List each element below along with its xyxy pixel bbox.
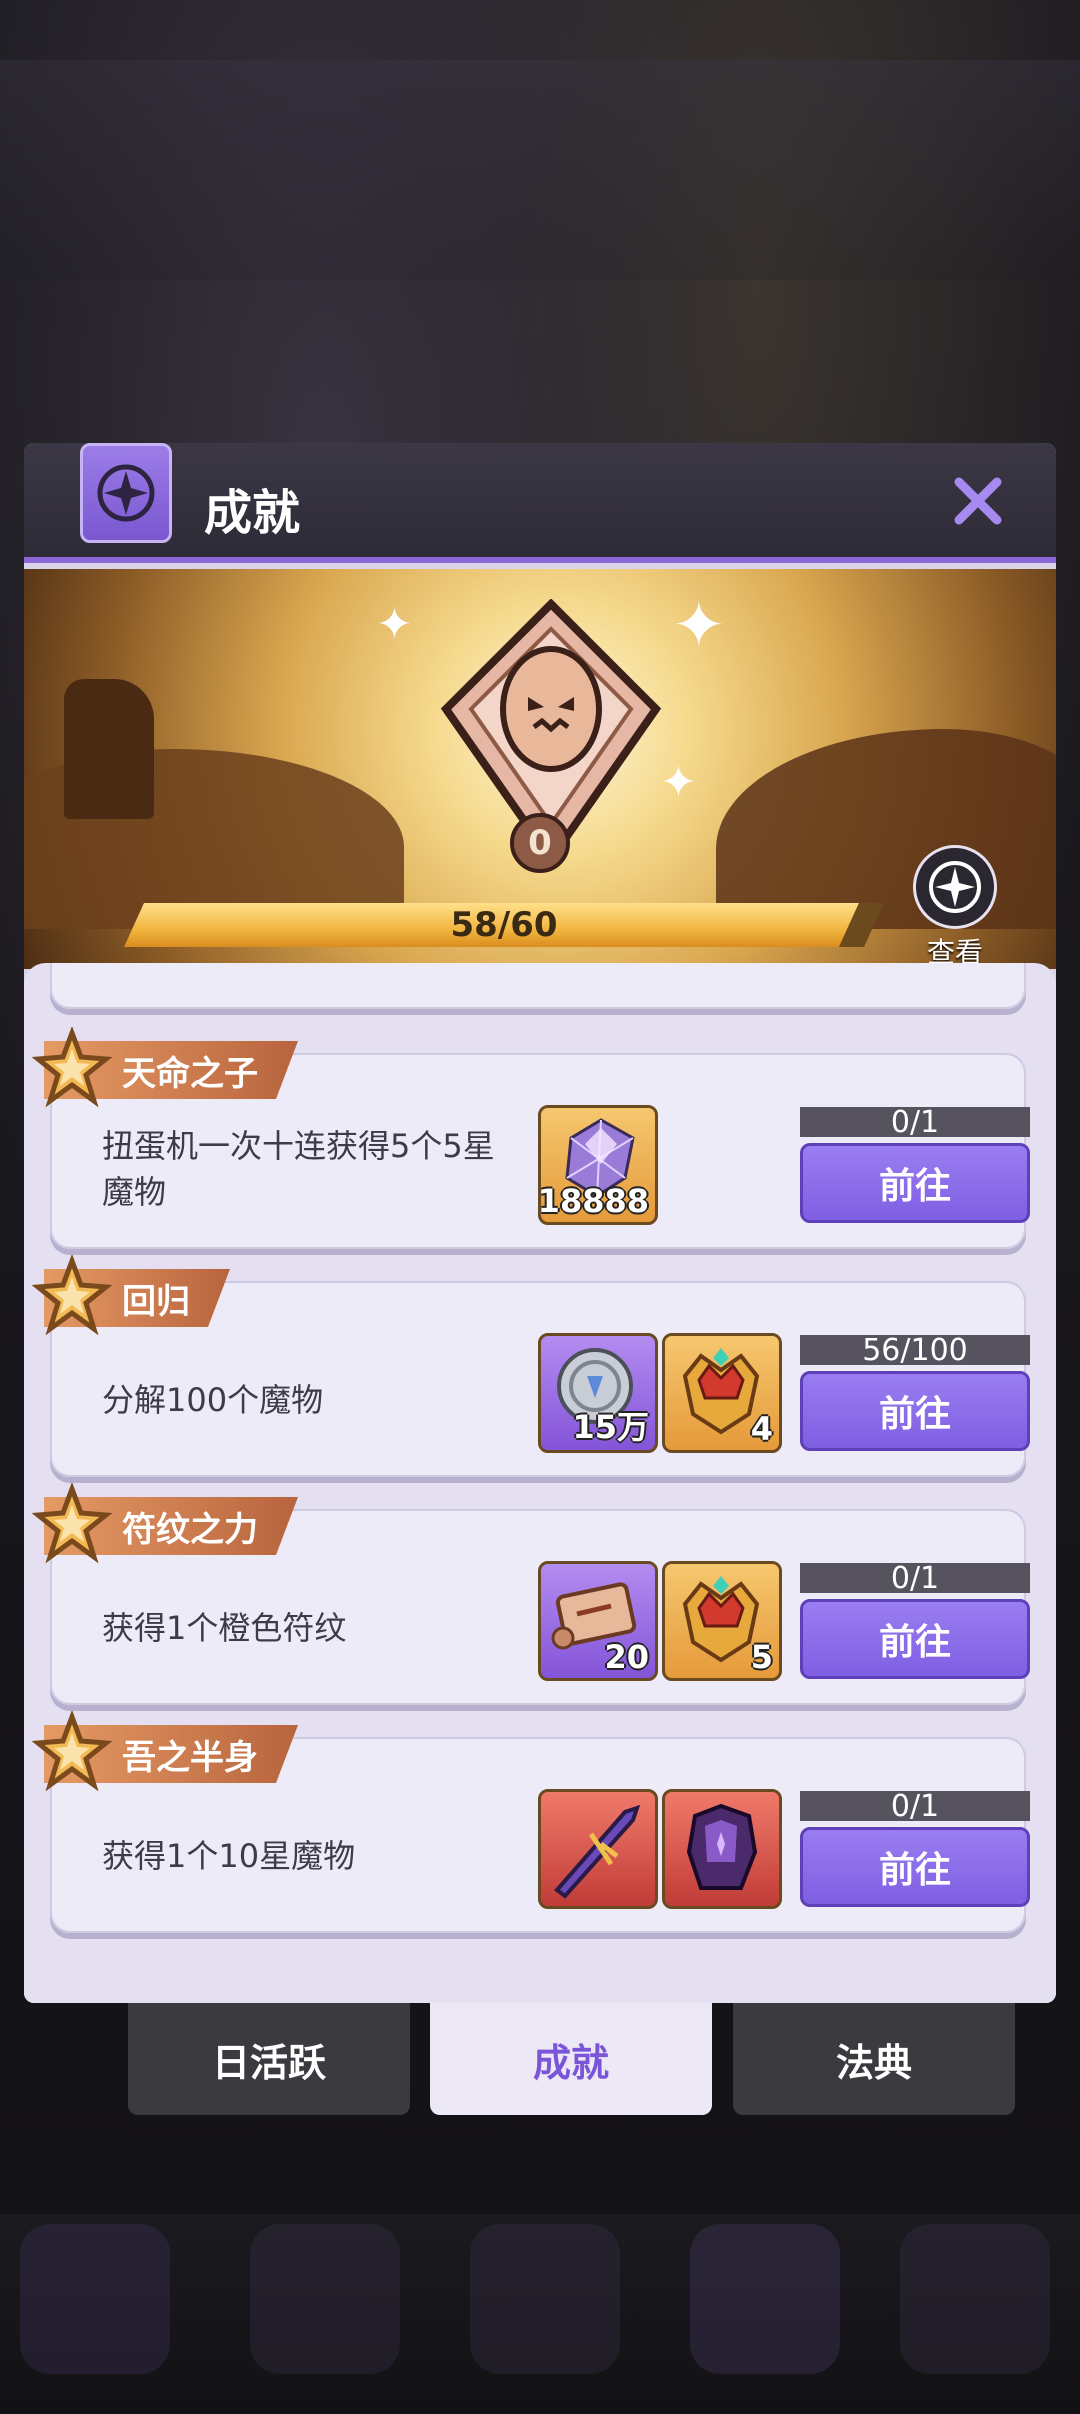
go-button[interactable]: 前往 <box>800 1143 1030 1223</box>
achievement-description: 获得1个10星魔物 <box>102 1837 356 1875</box>
reward-item-coin[interactable]: 15万 <box>538 1333 658 1453</box>
achievement-panel: 成就 ✦ ✦ ✦ 0 查看 58/60 天命之子 扭蛋机一次十连获得5个5星魔物… <box>24 443 1056 2003</box>
progress-text: 58/60 <box>450 905 558 945</box>
tab-achievements[interactable]: 成就 <box>430 2003 712 2115</box>
reward-item-scroll[interactable]: 20 <box>538 1561 658 1681</box>
reward-item-crystal[interactable]: 18888 <box>538 1105 658 1225</box>
bottom-tabs: 日活跃 成就 法典 <box>0 2003 1080 2118</box>
achievement-list[interactable]: 20 15000 天命之子 扭蛋机一次十连获得5个5星魔物 18888 <box>24 963 1056 2003</box>
tab-daily-active[interactable]: 日活跃 <box>128 2003 410 2115</box>
achievement-progress: 0/1 <box>800 1105 1030 1140</box>
reward-item-crown[interactable]: 5 <box>662 1561 782 1681</box>
background-bottom-nav <box>0 2214 1080 2414</box>
close-button[interactable] <box>948 471 1008 531</box>
go-button[interactable]: 前往 <box>800 1599 1030 1679</box>
close-icon <box>954 477 1002 525</box>
achievement-description: 分解100个魔物 <box>102 1381 324 1419</box>
sparkle-icon: ✦ <box>672 589 726 663</box>
compass-icon <box>929 861 981 913</box>
achievement-card-partial: 20 15000 <box>50 963 1026 1009</box>
go-button[interactable]: 前往 <box>800 1371 1030 1451</box>
achievement-description: 扭蛋机一次十连获得5个5星魔物 <box>102 1127 495 1211</box>
sword-icon <box>554 1804 641 1899</box>
sparkle-icon: ✦ <box>376 599 413 650</box>
achievement-progress-bar: 58/60 <box>124 903 884 947</box>
background-top-hud <box>0 60 1080 280</box>
achievement-card: 天命之子 扭蛋机一次十连获得5个5星魔物 18888 0/1 前往 <box>32 1027 1030 1249</box>
panel-title: 成就 <box>204 485 301 541</box>
achievement-description: 获得1个橙色符纹 <box>102 1609 347 1647</box>
star-icon <box>32 1711 112 1791</box>
reward-item-sword[interactable] <box>538 1789 658 1909</box>
achievement-banner: ✦ ✦ ✦ 0 查看 58/60 <box>24 569 1056 969</box>
achievement-card: 回归 分解100个魔物 15万 4 56/100 前往 <box>32 1255 1030 1477</box>
achievement-progress: 56/100 <box>800 1333 1030 1368</box>
go-button[interactable]: 前往 <box>800 1827 1030 1907</box>
reward-item-crown[interactable]: 4 <box>662 1333 782 1453</box>
star-icon <box>32 1255 112 1335</box>
badge-level: 0 <box>510 813 570 873</box>
achievement-card: 吾之半身 获得1个10星魔物 0/1 前往 <box>32 1711 1030 1933</box>
panel-header: 成就 <box>24 443 1056 563</box>
achievement-progress: 0/1 <box>800 1789 1030 1824</box>
star-icon <box>32 1483 112 1563</box>
armor-icon <box>686 1803 758 1890</box>
tab-codex[interactable]: 法典 <box>733 2003 1015 2115</box>
achievement-progress: 0/1 <box>800 1561 1030 1596</box>
star-icon <box>32 1027 112 1107</box>
achievement-card: 符纹之力 获得1个橙色符纹 20 5 0/1 前往 <box>32 1483 1030 1705</box>
view-button[interactable]: 查看 <box>910 845 1000 969</box>
achievement-book-icon <box>80 443 172 543</box>
reward-item-armor[interactable] <box>662 1789 782 1909</box>
